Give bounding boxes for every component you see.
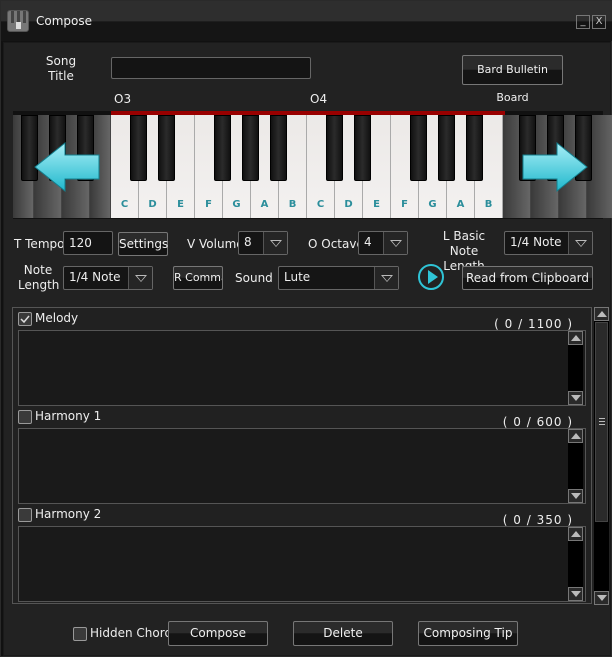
scroll-up-icon[interactable] [568,429,583,443]
octave-label-o4: O4 [310,92,328,106]
black-key[interactable] [466,115,483,181]
black-key[interactable] [438,115,455,181]
delete-button[interactable]: Delete [293,621,393,646]
chevron-down-icon[interactable] [383,232,407,254]
sound-label: Sound [235,271,273,285]
key-label: G [232,199,241,210]
piano-app-icon [7,10,29,32]
arrow-left-icon[interactable] [33,141,103,196]
track-text-area[interactable] [18,526,586,602]
black-key[interactable] [214,115,231,181]
song-title-label: Song Title [45,54,77,83]
track-text-area[interactable] [18,428,586,504]
track-text-area[interactable] [18,330,586,406]
scroll-up-icon[interactable] [568,527,583,541]
key-label: E [177,199,184,210]
black-key[interactable] [410,115,427,181]
tempo-input[interactable] [63,231,113,255]
compose-body: Song Title Bard Bulletin Board O3 O4 C D E… [3,42,612,656]
key-label: A [260,199,269,210]
song-title-input[interactable] [111,57,311,79]
tempo-label: T Tempo [14,237,65,251]
settings-button[interactable]: Settings [118,232,168,256]
play-icon[interactable] [418,264,444,290]
chevron-down-icon[interactable] [128,267,152,289]
title-bar[interactable]: Compose _ X [1,1,612,41]
compose-button[interactable]: Compose [168,621,268,646]
track-checkbox[interactable] [18,410,32,424]
black-key[interactable] [354,115,371,181]
track-scrollbar[interactable] [568,429,583,503]
black-key[interactable] [130,115,147,181]
piano-keyboard[interactable]: CDEFGABCDEFGAB [13,111,612,219]
sound-value: Lute [284,270,311,284]
key-label: A [456,199,465,210]
minimize-button[interactable]: _ [576,15,590,29]
track-name: Harmony 1 [35,409,102,423]
key-label: E [373,199,380,210]
key-label: F [205,199,212,210]
track-name: Harmony 2 [35,507,102,521]
hidden-chords-label: Hidden Chords [90,626,179,640]
track-scrollbar[interactable] [568,331,583,405]
octave-label-o3: O3 [114,92,132,106]
key-label: C [316,199,325,210]
volume-label: V Volume [187,237,244,251]
scroll-up-icon[interactable] [594,307,609,321]
note-length-value: 1/4 Note [69,270,121,284]
scroll-down-icon[interactable] [568,391,583,405]
scroll-up-icon[interactable] [568,331,583,345]
track-checkbox[interactable] [18,312,32,326]
basic-note-length-select[interactable]: 1/4 Note [504,231,593,255]
key-label: G [428,199,437,210]
track-char-count: ( 0 / 350 ) [502,513,573,527]
bard-bulletin-board-button[interactable]: Bard Bulletin Board [462,55,563,104]
note-length-label: Note Length [18,263,60,292]
scroll-down-icon[interactable] [594,591,609,605]
chevron-down-icon[interactable] [568,232,592,254]
key-label: D [148,199,157,210]
basic-note-length-value: 1/4 Note [510,235,562,249]
scroll-down-icon[interactable] [568,489,583,503]
composing-tip-button[interactable]: Composing Tip [418,621,518,646]
key-label: F [401,199,408,210]
volume-select[interactable]: 8 [238,231,288,255]
scroll-down-icon[interactable] [568,587,583,601]
track-char-count: ( 0 / 1100 ) [494,317,573,331]
chevron-down-icon[interactable] [263,232,287,254]
scroll-thumb[interactable] [595,322,608,522]
panel-scrollbar[interactable] [594,307,609,605]
octave-value: 4 [364,235,372,249]
black-key[interactable] [326,115,343,181]
sound-select[interactable]: Lute [278,266,399,290]
close-button[interactable]: X [592,15,606,29]
window-title: Compose [36,14,93,28]
key-label: B [288,199,297,210]
arrow-right-icon[interactable] [519,141,589,196]
note-length-select[interactable]: 1/4 Note [63,266,153,290]
track-name: Melody [35,311,79,325]
compose-window: Compose _ X Song Title Bard Bulletin Boa… [0,0,612,657]
track-checkbox[interactable] [18,508,32,522]
octave-select[interactable]: 4 [358,231,408,255]
hidden-chords-checkbox[interactable] [73,627,87,641]
read-from-clipboard-button[interactable]: Read from Clipboard [462,266,593,290]
black-key[interactable] [270,115,287,181]
track-scrollbar[interactable] [568,527,583,601]
volume-value: 8 [244,235,252,249]
octave-label: O Octave [308,237,364,251]
black-key[interactable] [158,115,175,181]
comma-button[interactable]: R Comma [173,266,223,290]
black-key[interactable] [242,115,259,181]
track-char-count: ( 0 / 600 ) [502,415,573,429]
key-label: D [344,199,353,210]
tracks-panel: Melody ( 0 / 1100 ) Harmony 1 ( 0 / 600 ) Ha… [12,307,592,604]
key-label: B [484,199,493,210]
key-label: C [120,199,129,210]
chevron-down-icon[interactable] [374,267,398,289]
